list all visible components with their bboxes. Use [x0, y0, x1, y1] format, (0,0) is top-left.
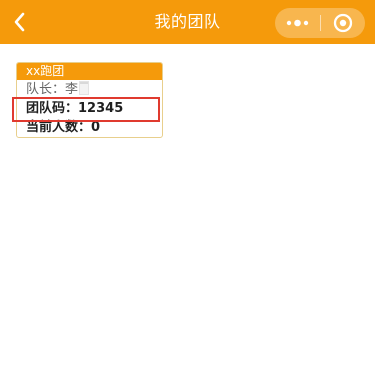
redaction-mark: [79, 81, 90, 95]
leader-row: 队长：李: [26, 81, 90, 99]
capsule-menu: [275, 8, 365, 38]
member-count-label: 当前人数：: [26, 120, 92, 135]
leader-name: 李: [65, 82, 79, 97]
team-card[interactable]: xx跑团 队长：李 团队码：12345 当前人数：0: [16, 62, 163, 138]
more-dots-icon[interactable]: [275, 8, 320, 38]
team-code-row: 团队码：12345: [26, 100, 123, 118]
team-name: xx跑团: [17, 63, 162, 80]
navigation-bar: 我的团队: [0, 0, 375, 44]
target-close-icon[interactable]: [321, 8, 365, 38]
team-code-label: 团队码：: [26, 101, 79, 116]
member-count-value: 0: [91, 120, 101, 135]
team-code-value: 12345: [78, 101, 124, 116]
member-count-row: 当前人数：0: [26, 119, 100, 137]
leader-label: 队长：: [26, 82, 66, 97]
